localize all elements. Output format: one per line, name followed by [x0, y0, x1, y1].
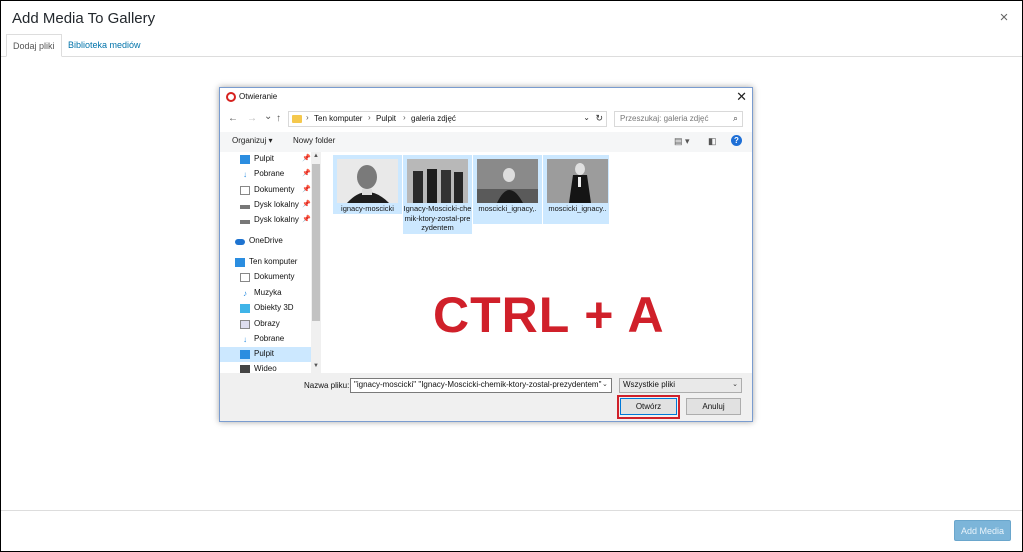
sidebar-item-desktop[interactable]: Pulpit 📌 — [220, 152, 320, 167]
scroll-up-icon[interactable]: ▲ — [312, 153, 320, 159]
breadcrumb-gallery[interactable]: galeria zdjęć — [411, 114, 456, 123]
cube-icon — [240, 304, 250, 313]
photo-thumbnail — [477, 159, 538, 203]
new-folder-button[interactable]: Nowy folder — [293, 136, 335, 145]
image-icon — [240, 320, 250, 329]
browser-logo-icon — [226, 92, 236, 102]
drive-icon — [240, 220, 250, 224]
pin-icon: 📌 — [302, 170, 311, 177]
file-item[interactable]: ignacy-moscicki — [333, 155, 402, 214]
file-item[interactable]: moscicki_ignacy.. — [543, 155, 609, 224]
sidebar-item-local-disk-2[interactable]: Dysk lokalny 📌 — [220, 213, 320, 228]
search-icon: ⌕ — [732, 113, 738, 123]
pin-icon: 📌 — [302, 186, 311, 193]
file-name: ignacy-moscicki — [341, 204, 394, 213]
pin-icon: 📌 — [302, 155, 311, 162]
sidebar-item-3d-objects[interactable]: Obiekty 3D — [220, 301, 320, 316]
dialog-title: Otwieranie — [239, 92, 278, 101]
document-icon — [240, 273, 250, 282]
drive-icon — [240, 205, 250, 209]
sidebar-item-onedrive[interactable]: OneDrive — [220, 234, 320, 249]
filename-field[interactable]: "ignacy-moscicki" "Ignacy-Moscicki-chemi… — [350, 378, 612, 393]
breadcrumb-separator-icon: › — [403, 113, 406, 122]
music-icon: ♪ — [243, 289, 247, 298]
refresh-icon[interactable]: ↻ — [595, 113, 603, 124]
help-icon[interactable]: ? — [731, 135, 742, 146]
video-icon — [240, 365, 250, 373]
scroll-down-icon[interactable]: ▼ — [312, 363, 320, 369]
file-item[interactable]: Ignacy-Moscicki-chemik-ktory-zostal-prez… — [403, 155, 472, 234]
sidebar-item-this-pc[interactable]: Ten komputer — [220, 255, 320, 270]
keyboard-shortcut-overlay: CTRL + A — [433, 287, 665, 343]
open-button[interactable]: Otwórz — [620, 398, 677, 415]
computer-icon — [235, 258, 245, 267]
modal-frame: Add Media To Gallery × Dodaj pliki Bibli… — [1, 1, 1022, 551]
filename-label: Nazwa pliku: — [304, 381, 350, 390]
sidebar-scrollbar[interactable]: ▲ ▼ — [311, 152, 321, 373]
pin-icon: 📌 — [302, 216, 311, 223]
cloud-icon — [235, 239, 245, 245]
breadcrumb-separator-icon: › — [306, 113, 309, 122]
desktop-icon — [240, 350, 250, 359]
photo-thumbnail — [337, 159, 398, 203]
file-item[interactable]: moscicki_ignacy,. — [473, 155, 542, 224]
breadcrumb-separator-icon: › — [368, 113, 371, 122]
recent-locations-icon[interactable]: ⌄ — [264, 111, 272, 122]
dialog-close-icon[interactable]: ✕ — [736, 89, 747, 105]
download-icon: ↓ — [243, 170, 247, 179]
photo-thumbnail — [407, 159, 468, 203]
cancel-button[interactable]: Anuluj — [686, 398, 741, 415]
scrollbar-thumb[interactable] — [312, 164, 320, 321]
search-input[interactable]: Przeszukaj: galeria zdjęć ⌕ — [614, 111, 743, 127]
file-name: moscicki_ignacy.. — [548, 204, 607, 213]
desktop-icon — [240, 155, 250, 164]
file-name: moscicki_ignacy,. — [478, 204, 537, 213]
breadcrumb-this-pc[interactable]: Ten komputer — [314, 114, 362, 123]
sidebar-item-pictures[interactable]: Obrazy — [220, 317, 320, 332]
sidebar-item-music[interactable]: ♪ Muzyka — [220, 286, 320, 301]
sidebar-item-desktop-2[interactable]: Pulpit — [220, 347, 320, 362]
sidebar-item-downloads-2[interactable]: ↓ Pobrane — [220, 332, 320, 347]
view-options-icon[interactable]: ▤ ▾ — [674, 136, 690, 147]
tab-bar: Dodaj pliki Biblioteka mediów — [1, 34, 1022, 57]
back-arrow-icon[interactable]: ← — [228, 113, 238, 124]
modal-footer: Add Media — [1, 510, 1022, 551]
address-bar[interactable]: › Ten komputer › Pulpit › galeria zdjęć … — [288, 111, 607, 127]
folder-icon — [292, 115, 302, 123]
chevron-down-icon[interactable]: ⌄ — [602, 380, 608, 388]
file-open-dialog: Otwieranie ✕ ← → ⌄ ↑ › Ten komputer › Pu… — [219, 87, 753, 422]
tab-media-library[interactable]: Biblioteka mediów — [62, 34, 147, 57]
up-arrow-icon[interactable]: ↑ — [276, 113, 281, 124]
forward-arrow-icon[interactable]: → — [247, 113, 257, 124]
tab-upload-files[interactable]: Dodaj pliki — [6, 34, 62, 57]
document-icon — [240, 186, 250, 195]
chevron-down-icon[interactable]: ⌄ — [583, 113, 590, 122]
navigation-pane: Pulpit 📌 ↓ Pobrane 📌 Dokumenty 📌 Dysk lo… — [220, 152, 320, 373]
download-icon: ↓ — [243, 335, 247, 344]
sidebar-item-downloads[interactable]: ↓ Pobrane 📌 — [220, 167, 320, 182]
modal-title: Add Media To Gallery — [12, 10, 156, 27]
pin-icon: 📌 — [302, 201, 311, 208]
photo-thumbnail — [547, 159, 608, 203]
dialog-toolbar: Organizuj ▾ Nowy folder ▤ ▾ ◧ ? — [220, 132, 752, 152]
sidebar-item-documents[interactable]: Dokumenty 📌 — [220, 183, 320, 198]
sidebar-item-videos[interactable]: Wideo — [220, 362, 320, 373]
file-name: Ignacy-Moscicki-chemik-ktory-zostal-prez… — [403, 204, 472, 232]
breadcrumb-desktop[interactable]: Pulpit — [376, 114, 396, 123]
close-icon[interactable]: × — [996, 10, 1012, 26]
organize-menu[interactable]: Organizuj ▾ — [232, 136, 272, 145]
chevron-down-icon: ⌄ — [732, 381, 738, 388]
preview-pane-icon[interactable]: ◧ — [708, 136, 717, 147]
add-media-button[interactable]: Add Media — [954, 520, 1011, 541]
dialog-titlebar: Otwieranie ✕ — [220, 88, 752, 108]
sidebar-item-documents-2[interactable]: Dokumenty — [220, 270, 320, 285]
file-type-select[interactable]: Wszystkie pliki ⌄ — [619, 378, 742, 393]
dialog-bottom-bar: Nazwa pliku: "ignacy-moscicki" "Ignacy-M… — [220, 373, 752, 421]
navigation-bar: ← → ⌄ ↑ › Ten komputer › Pulpit › galeri… — [220, 108, 752, 132]
sidebar-item-local-disk[interactable]: Dysk lokalny 📌 — [220, 198, 320, 213]
search-placeholder: Przeszukaj: galeria zdjęć — [620, 114, 709, 123]
